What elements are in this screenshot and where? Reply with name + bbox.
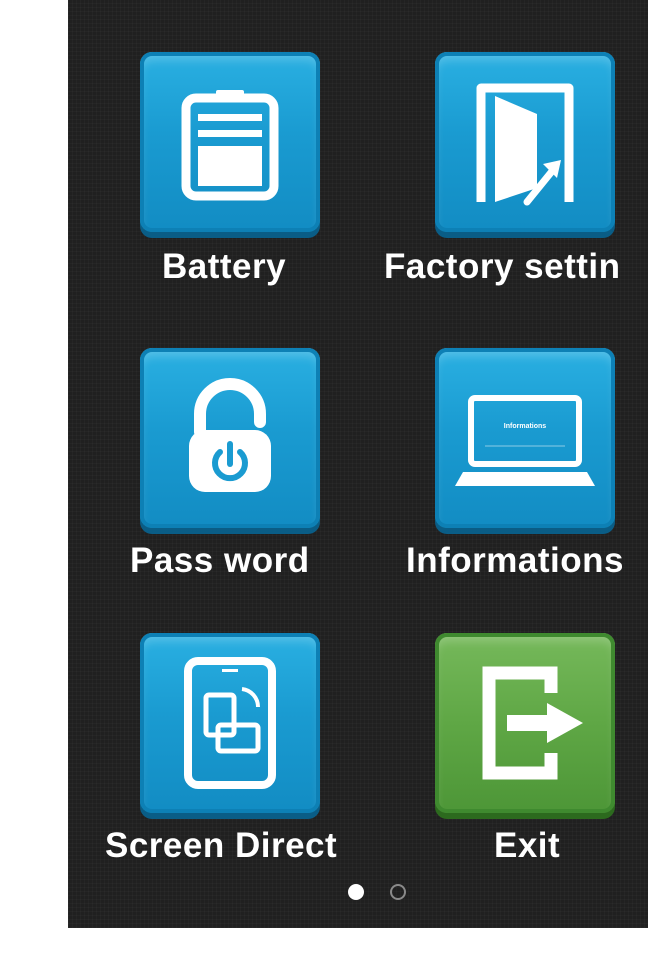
exit-label: Exit (494, 826, 561, 865)
battery-icon (181, 90, 279, 201)
settings-screen: Battery Factory settin Pass word Informa… (68, 0, 648, 928)
screen-rotate-icon (184, 657, 276, 789)
password-tile[interactable] (140, 348, 320, 528)
screen-direct-label: Screen Direct (105, 826, 338, 865)
page-dot-1[interactable] (348, 884, 364, 900)
exit-icon (482, 666, 583, 780)
factory-settings-label: Factory settin (384, 247, 621, 286)
factory-settings-tile[interactable] (435, 52, 615, 232)
lock-power-icon (189, 378, 271, 492)
laptop-screen-text: Informations (504, 423, 546, 430)
page-dot-2[interactable] (390, 884, 406, 900)
informations-label: Informations (406, 541, 624, 580)
door-exit-icon (476, 83, 574, 206)
exit-tile[interactable] (435, 633, 615, 813)
password-label: Pass word (130, 541, 310, 580)
battery-tile[interactable] (140, 52, 320, 232)
battery-label: Battery (162, 247, 287, 286)
screen-direct-tile[interactable] (140, 633, 320, 813)
laptop-icon: Informations (455, 395, 595, 486)
informations-tile[interactable]: Informations (435, 348, 615, 528)
